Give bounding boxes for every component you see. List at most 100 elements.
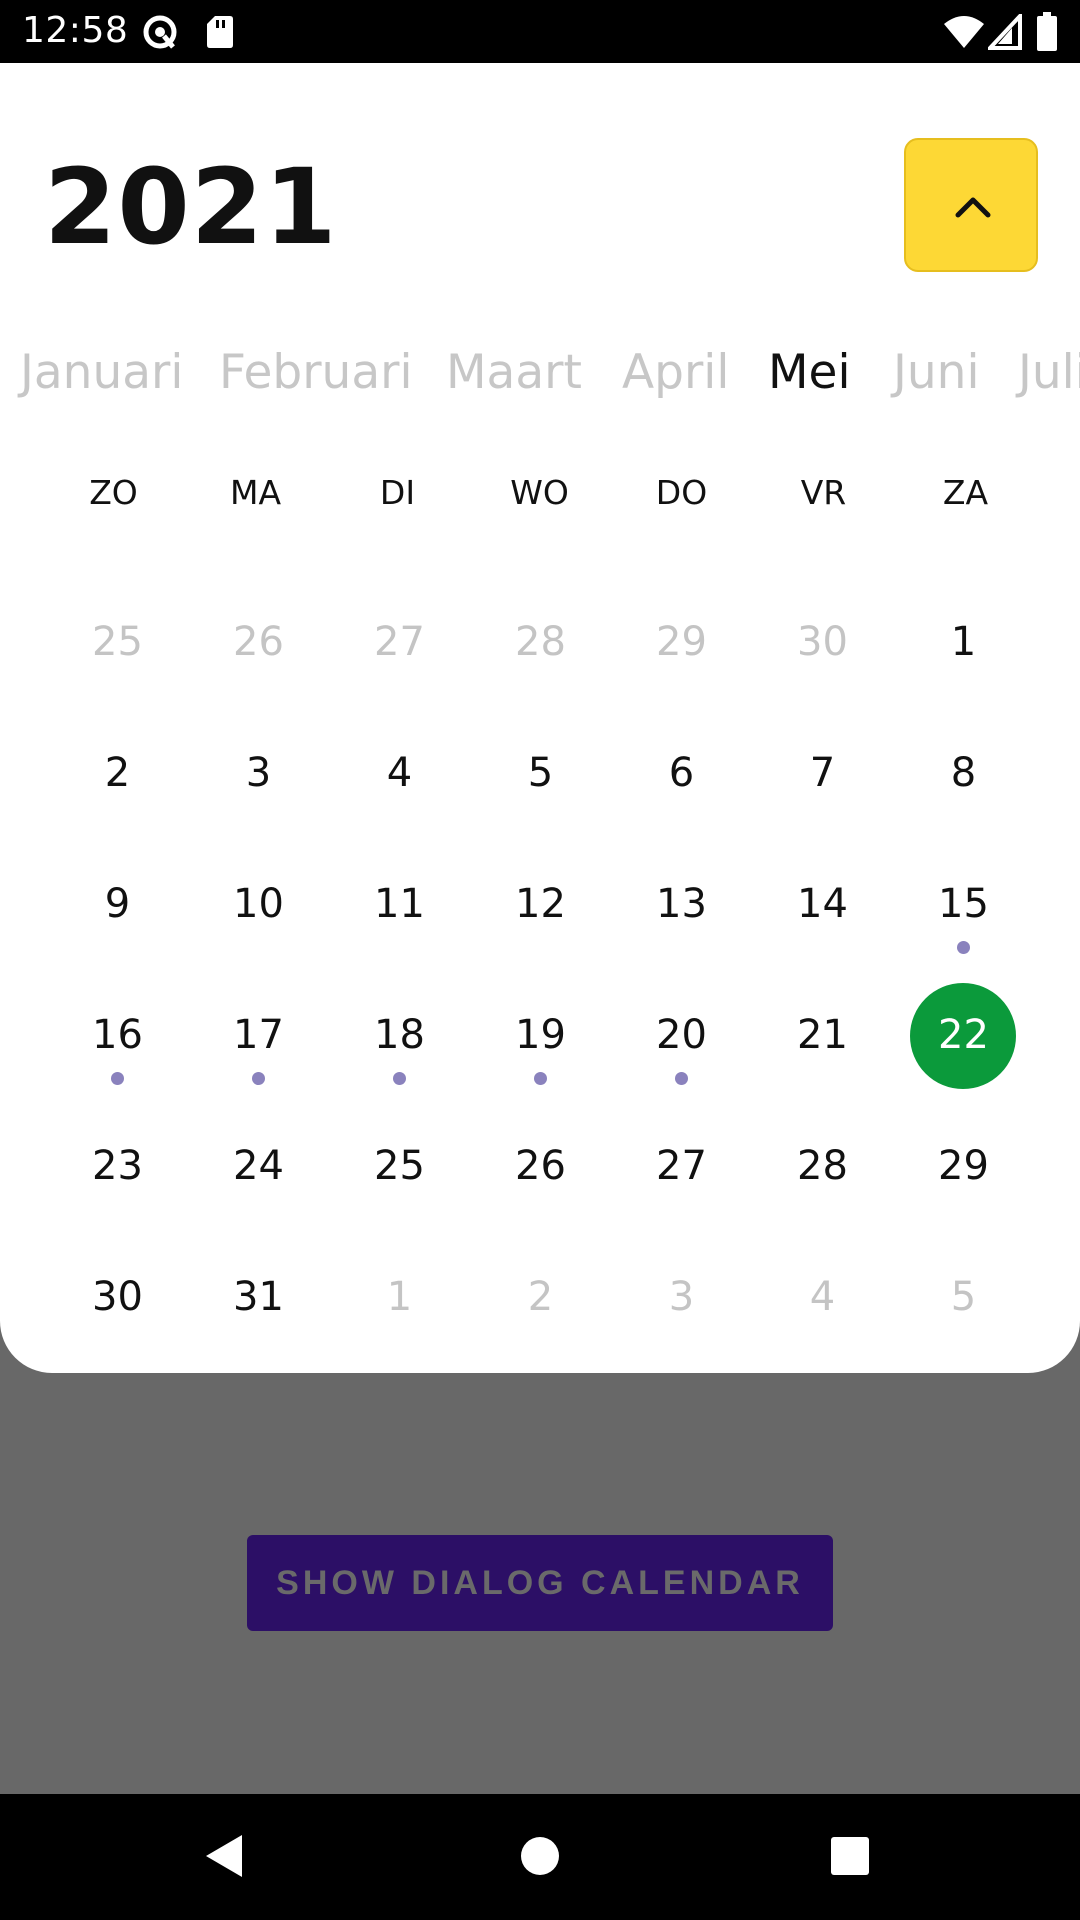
calendar-sheet: 2021 Januari Februari Maart April Mei Ju… [0, 63, 1080, 1373]
month-februari[interactable]: Februari [219, 333, 413, 413]
event-dot [111, 1072, 124, 1085]
day-cell[interactable]: 30 [47, 1237, 188, 1368]
day-number: 13 [656, 881, 707, 927]
month-selector[interactable]: Januari Februari Maart April Mei Juni Ju… [0, 333, 1080, 413]
day-cell[interactable]: 5 [470, 713, 611, 844]
day-number: 23 [92, 1143, 143, 1189]
day-cell[interactable]: 6 [611, 713, 752, 844]
weekday-label: ZO [89, 473, 138, 512]
day-number: 18 [374, 1012, 425, 1058]
day-cell[interactable]: 13 [611, 844, 752, 975]
month-juni[interactable]: Juni [893, 333, 980, 413]
day-cell[interactable]: 26 [188, 582, 329, 713]
event-dot [675, 1072, 688, 1085]
day-number: 4 [809, 1274, 836, 1320]
day-cell[interactable]: 29 [893, 1106, 1034, 1237]
day-number: 12 [515, 881, 566, 927]
month-maart[interactable]: Maart [446, 333, 582, 413]
show-dialog-calendar-button[interactable]: SHOW DIALOG CALENDAR [247, 1535, 833, 1631]
day-cell[interactable]: 8 [893, 713, 1034, 844]
day-cell[interactable]: 5 [893, 1237, 1034, 1368]
chevron-up-icon [955, 197, 991, 218]
day-number: 30 [92, 1274, 143, 1320]
day-cell[interactable]: 17 [188, 975, 329, 1106]
day-cell[interactable]: 3 [611, 1237, 752, 1368]
day-number: 3 [245, 750, 272, 796]
day-cell[interactable]: 26 [470, 1106, 611, 1237]
day-number: 28 [515, 619, 566, 665]
day-number: 27 [656, 1143, 707, 1189]
event-dot [393, 1072, 406, 1085]
day-number: 14 [797, 881, 848, 927]
day-cell[interactable]: 29 [611, 582, 752, 713]
day-number: 29 [656, 619, 707, 665]
day-cell[interactable]: 25 [329, 1106, 470, 1237]
day-cell[interactable]: 27 [329, 582, 470, 713]
day-number: 1 [950, 619, 977, 665]
month-januari[interactable]: Januari [20, 333, 183, 413]
day-cell[interactable]: 10 [188, 844, 329, 975]
day-cell[interactable]: 4 [752, 1237, 893, 1368]
navigation-bar [0, 1794, 1080, 1920]
day-cell[interactable]: 2 [47, 713, 188, 844]
day-cell[interactable]: 21 [752, 975, 893, 1106]
day-number: 5 [527, 750, 554, 796]
day-number: 10 [233, 881, 284, 927]
event-dot [252, 1072, 265, 1085]
day-cell[interactable]: 30 [752, 582, 893, 713]
day-number: 29 [938, 1143, 989, 1189]
day-cell[interactable]: 23 [47, 1106, 188, 1237]
day-cell-selected[interactable]: 22 [893, 975, 1034, 1106]
status-bar: 12:58 [0, 0, 1080, 63]
day-cell[interactable]: 1 [329, 1237, 470, 1368]
day-number: 25 [374, 1143, 425, 1189]
day-number: 6 [668, 750, 695, 796]
month-april[interactable]: April [622, 333, 729, 413]
day-cell[interactable]: 19 [470, 975, 611, 1106]
day-number: 4 [386, 750, 413, 796]
day-cell[interactable]: 9 [47, 844, 188, 975]
day-cell[interactable]: 20 [611, 975, 752, 1106]
weekday-label: WO [510, 473, 569, 512]
day-number: 16 [92, 1012, 143, 1058]
wifi-icon [944, 16, 984, 48]
day-cell[interactable]: 15 [893, 844, 1034, 975]
month-juli[interactable]: Juli [1018, 333, 1080, 413]
day-cell[interactable]: 14 [752, 844, 893, 975]
day-number: 9 [104, 881, 131, 927]
day-cell[interactable]: 11 [329, 844, 470, 975]
day-cell[interactable]: 28 [470, 582, 611, 713]
day-cell[interactable]: 2 [470, 1237, 611, 1368]
day-number: 19 [515, 1012, 566, 1058]
day-number: 21 [797, 1012, 848, 1058]
event-dot [534, 1072, 547, 1085]
day-cell[interactable]: 31 [188, 1237, 329, 1368]
day-number: 17 [233, 1012, 284, 1058]
day-cell[interactable]: 27 [611, 1106, 752, 1237]
day-number: 7 [809, 750, 836, 796]
back-icon[interactable] [204, 1833, 244, 1879]
day-cell[interactable]: 25 [47, 582, 188, 713]
day-cell[interactable]: 16 [47, 975, 188, 1106]
day-number: 20 [656, 1012, 707, 1058]
year-label[interactable]: 2021 [44, 155, 337, 259]
day-number: 2 [104, 750, 131, 796]
day-cell[interactable]: 4 [329, 713, 470, 844]
collapse-button[interactable] [904, 138, 1038, 272]
day-cell[interactable]: 3 [188, 713, 329, 844]
day-cell[interactable]: 7 [752, 713, 893, 844]
day-cell[interactable]: 18 [329, 975, 470, 1106]
month-mei[interactable]: Mei [768, 333, 851, 413]
day-number: 27 [374, 619, 425, 665]
day-number: 22 [938, 1012, 989, 1058]
weekday-label: DO [655, 473, 708, 512]
recents-icon[interactable] [830, 1836, 870, 1876]
day-cell[interactable]: 1 [893, 582, 1034, 713]
home-icon[interactable] [520, 1836, 560, 1876]
day-cell[interactable]: 28 [752, 1106, 893, 1237]
day-number: 15 [938, 881, 989, 927]
day-cell[interactable]: 12 [470, 844, 611, 975]
day-number: 26 [515, 1143, 566, 1189]
day-cell[interactable]: 24 [188, 1106, 329, 1237]
weekday-label: ZA [942, 473, 989, 512]
